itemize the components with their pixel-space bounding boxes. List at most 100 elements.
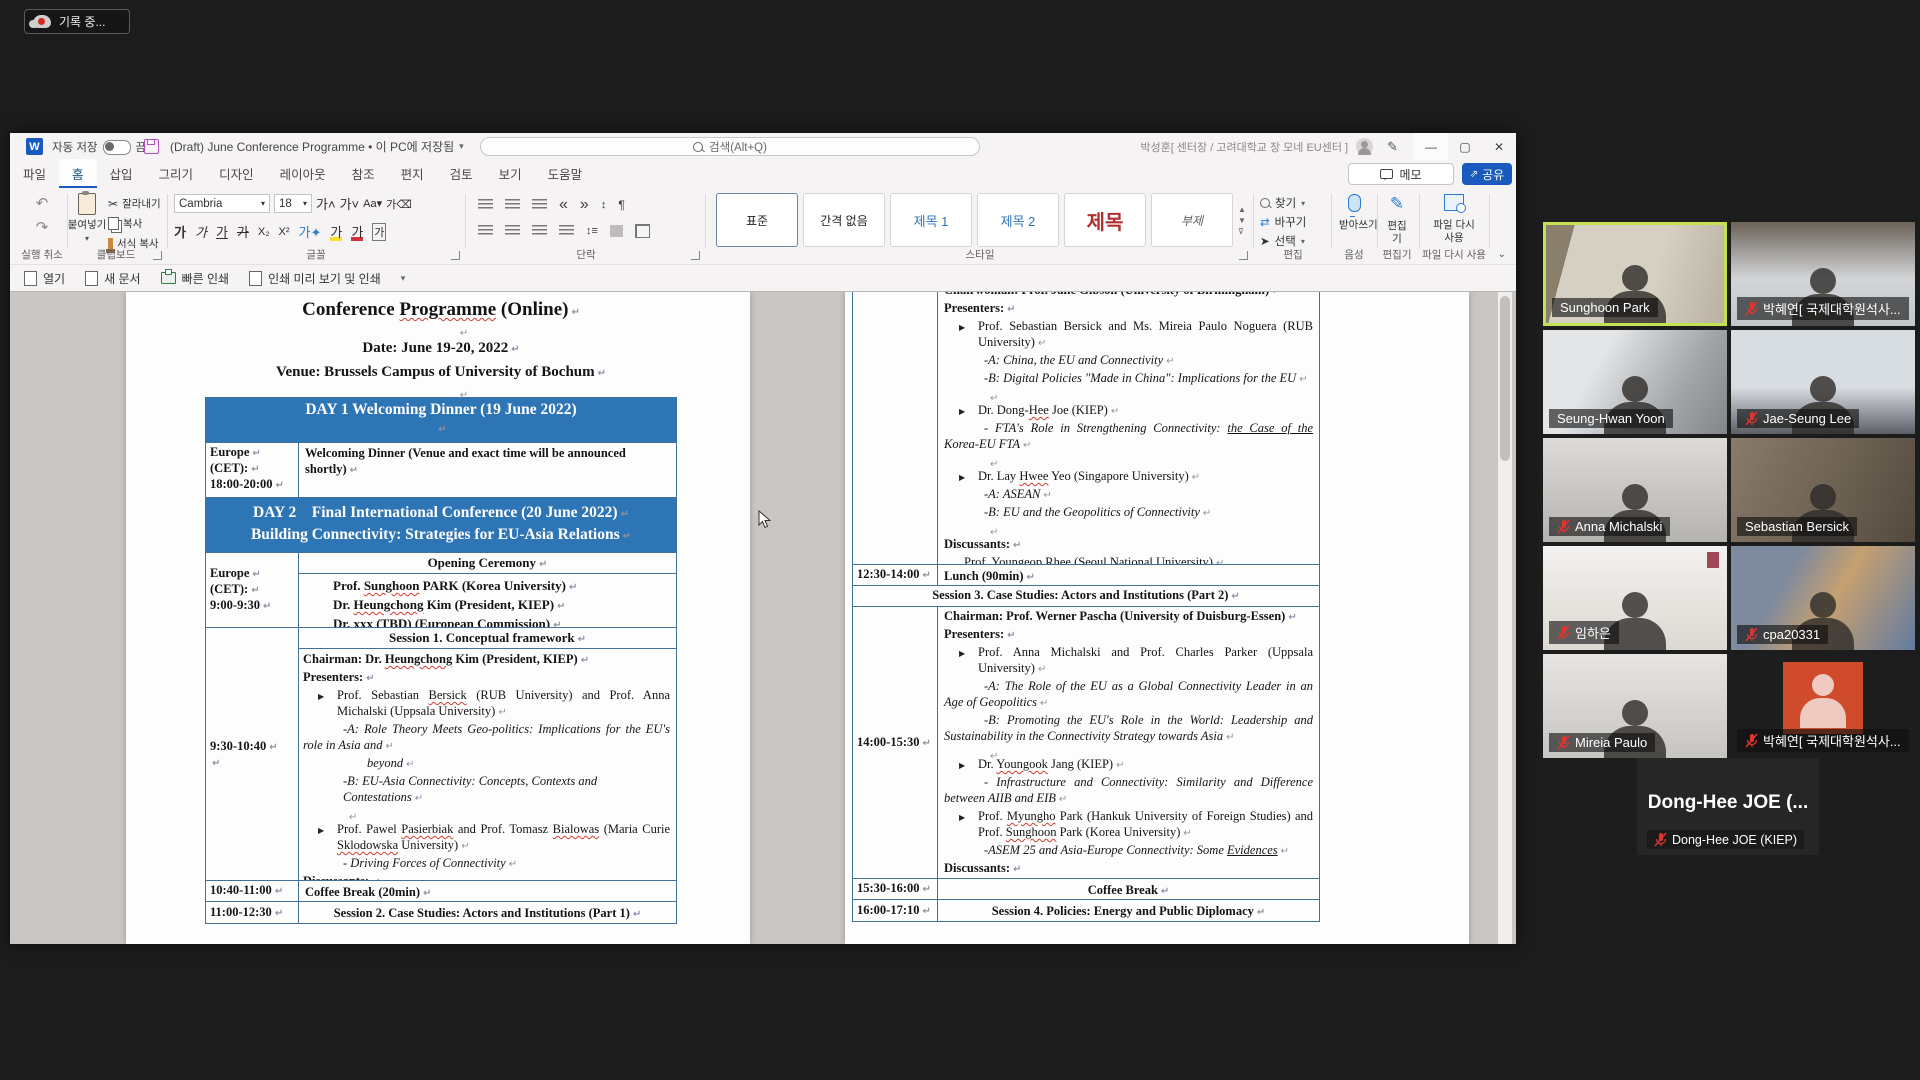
video-tile[interactable]: Sebastian Bersick — [1731, 438, 1915, 542]
maximize-button[interactable]: ▢ — [1448, 133, 1482, 160]
undo-icon[interactable]: ↶ — [36, 194, 49, 212]
subscript-icon[interactable]: X₂ — [258, 226, 270, 238]
dictate-button[interactable]: 받아쓰기 — [1334, 194, 1374, 232]
video-tile[interactable]: cpa20331 — [1731, 546, 1915, 650]
recording-indicator[interactable]: 기록 중... — [24, 9, 130, 34]
font-size-select[interactable]: 18▾ — [274, 194, 312, 213]
clear-formatting-icon[interactable]: 가⌫ — [386, 196, 412, 212]
video-tile[interactable]: Jae-Seung Lee — [1731, 330, 1915, 434]
styles-scroll-up[interactable]: ▲ — [1238, 205, 1246, 214]
align-center-icon[interactable] — [505, 225, 520, 237]
style-heading1[interactable]: 제목 1 — [890, 193, 972, 247]
tab-insert[interactable]: 삽입 — [97, 159, 146, 188]
text-effects-icon[interactable]: 가✦ — [298, 222, 321, 241]
search-input[interactable]: 검색(Alt+Q) — [480, 137, 980, 156]
style-title[interactable]: 제목 — [1064, 193, 1146, 247]
font-family-select[interactable]: Cambria▾ — [174, 194, 270, 213]
autosave-toggle[interactable]: 자동 저장 끔 — [52, 139, 146, 155]
clipboard-dialog-launcher[interactable] — [153, 251, 162, 260]
underline-icon[interactable]: 가 — [216, 222, 228, 241]
multilevel-list-icon[interactable] — [532, 199, 547, 211]
superscript-icon[interactable]: X² — [278, 226, 289, 238]
bold-icon[interactable]: 가 — [174, 222, 186, 241]
scrollbar-thumb[interactable] — [1500, 296, 1510, 461]
sort-icon[interactable]: ↕ — [601, 199, 607, 211]
align-right-icon[interactable] — [532, 225, 547, 237]
close-button[interactable]: ✕ — [1482, 133, 1516, 160]
strikethrough-icon[interactable]: 가 — [237, 222, 249, 241]
video-tile[interactable]: 박혜연[ 국제대학원석사... — [1731, 654, 1915, 758]
tab-home[interactable]: 홈 — [59, 159, 97, 188]
tab-references[interactable]: 참조 — [339, 159, 388, 188]
increase-indent-icon[interactable]: » — [580, 196, 589, 214]
decrease-indent-icon[interactable]: « — [559, 196, 568, 214]
tab-design[interactable]: 디자인 — [206, 159, 267, 188]
font-dialog-launcher[interactable] — [451, 251, 460, 260]
editor-button[interactable]: ✎ 편집기 — [1378, 194, 1416, 246]
paste-button[interactable]: 붙여넣기 ▾ — [70, 193, 104, 243]
highlight-color-icon[interactable]: 가 — [330, 222, 342, 241]
document-page-right: Chairwoman: Prof. Jane Gibson (Universit… — [845, 292, 1469, 944]
styles-scroll-down[interactable]: ▼ — [1238, 216, 1246, 225]
line-spacing-icon[interactable]: ↕≡ — [586, 225, 598, 237]
redo-icon[interactable]: ↷ — [36, 218, 49, 236]
copy-button[interactable]: 복사 — [108, 216, 161, 231]
change-case-icon[interactable]: Aa▾ — [363, 197, 382, 210]
new-document-button[interactable]: 새 문서 — [85, 270, 140, 287]
tab-mailings[interactable]: 편지 — [388, 159, 437, 188]
save-icon[interactable] — [144, 139, 159, 154]
shrink-font-icon[interactable]: 가˅ — [340, 194, 360, 213]
video-tile[interactable]: Anna Michalski — [1543, 438, 1727, 542]
style-no-spacing[interactable]: 간격 없음 — [803, 193, 885, 247]
video-tile[interactable]: Sunghoon Park — [1543, 222, 1727, 326]
grow-font-icon[interactable]: 가˄ — [316, 194, 336, 213]
find-button[interactable]: 찾기▾ — [1260, 195, 1306, 211]
styles-dialog-launcher[interactable] — [1239, 251, 1248, 260]
open-button[interactable]: 열기 — [24, 270, 65, 287]
font-color-icon[interactable]: 가 — [351, 222, 363, 241]
print-preview-button[interactable]: 인쇄 미리 보기 및 인쇄 — [249, 270, 381, 287]
tab-draw[interactable]: 그리기 — [146, 159, 207, 188]
tab-view[interactable]: 보기 — [486, 159, 535, 188]
justify-icon[interactable] — [559, 225, 574, 237]
italic-icon[interactable]: 가 — [195, 222, 207, 241]
replace-button[interactable]: ⇄ 바꾸기 — [1260, 214, 1306, 230]
align-left-icon[interactable] — [478, 225, 493, 237]
video-tile[interactable]: Seung-Hwan Yoon — [1543, 330, 1727, 434]
document-title[interactable]: (Draft) June Conference Programme • 이 PC… — [170, 133, 464, 160]
video-tile[interactable]: 임하은 — [1543, 546, 1727, 650]
participant-name-label: 임하은 — [1549, 621, 1619, 644]
reuse-files-button[interactable]: 파일 다시 사용 — [1422, 194, 1486, 245]
show-marks-icon[interactable]: ¶ — [618, 198, 624, 212]
character-border-icon[interactable]: 가 — [372, 223, 386, 241]
video-tile[interactable]: 박혜연[ 국제대학원석사... — [1731, 222, 1915, 326]
video-tile[interactable]: Mireia Paulo — [1543, 654, 1727, 758]
tab-review[interactable]: 검토 — [437, 159, 486, 188]
tab-help[interactable]: 도움말 — [535, 159, 596, 188]
share-button[interactable]: ⇗ 공유 — [1462, 163, 1512, 185]
cut-button[interactable]: ✂ 잘라내기 — [108, 196, 161, 211]
bullet-list-icon[interactable] — [478, 199, 493, 211]
quick-print-button[interactable]: 빠른 인쇄 — [161, 270, 230, 287]
account-name[interactable]: 박성훈[ 센터장 / 고려대학교 장 모네 EU센터 ] — [1140, 139, 1348, 155]
style-normal[interactable]: 표준 — [716, 193, 798, 247]
comments-button[interactable]: 메모 — [1348, 163, 1454, 185]
video-tile-name-plate[interactable]: Dong-Hee JOE (... Dong-Hee JOE (KIEP) — [1637, 758, 1819, 855]
tab-layout[interactable]: 레이아웃 — [267, 159, 339, 188]
paragraph-dialog-launcher[interactable] — [691, 251, 700, 260]
numbered-list-icon[interactable] — [505, 199, 520, 211]
account-avatar[interactable] — [1356, 138, 1373, 155]
borders-icon[interactable] — [635, 224, 650, 238]
collapse-ribbon-icon[interactable]: ⌄ — [1498, 249, 1506, 260]
document-canvas[interactable]: Conference Programme (Online) Date: June… — [10, 292, 1516, 944]
style-subtitle[interactable]: 부제 — [1151, 193, 1233, 247]
tab-file[interactable]: 파일 — [10, 159, 59, 188]
vertical-scrollbar[interactable] — [1498, 292, 1512, 944]
pen-mode-icon[interactable]: ✎ — [1387, 139, 1398, 155]
qat-overflow-icon[interactable]: ▾ — [401, 273, 406, 284]
minimize-button[interactable]: — — [1414, 133, 1448, 160]
style-heading2[interactable]: 제목 2 — [977, 193, 1059, 247]
word-app-icon[interactable]: W — [26, 138, 43, 155]
shading-icon[interactable] — [610, 225, 623, 237]
styles-gallery-more[interactable]: ⊽ — [1238, 227, 1246, 236]
